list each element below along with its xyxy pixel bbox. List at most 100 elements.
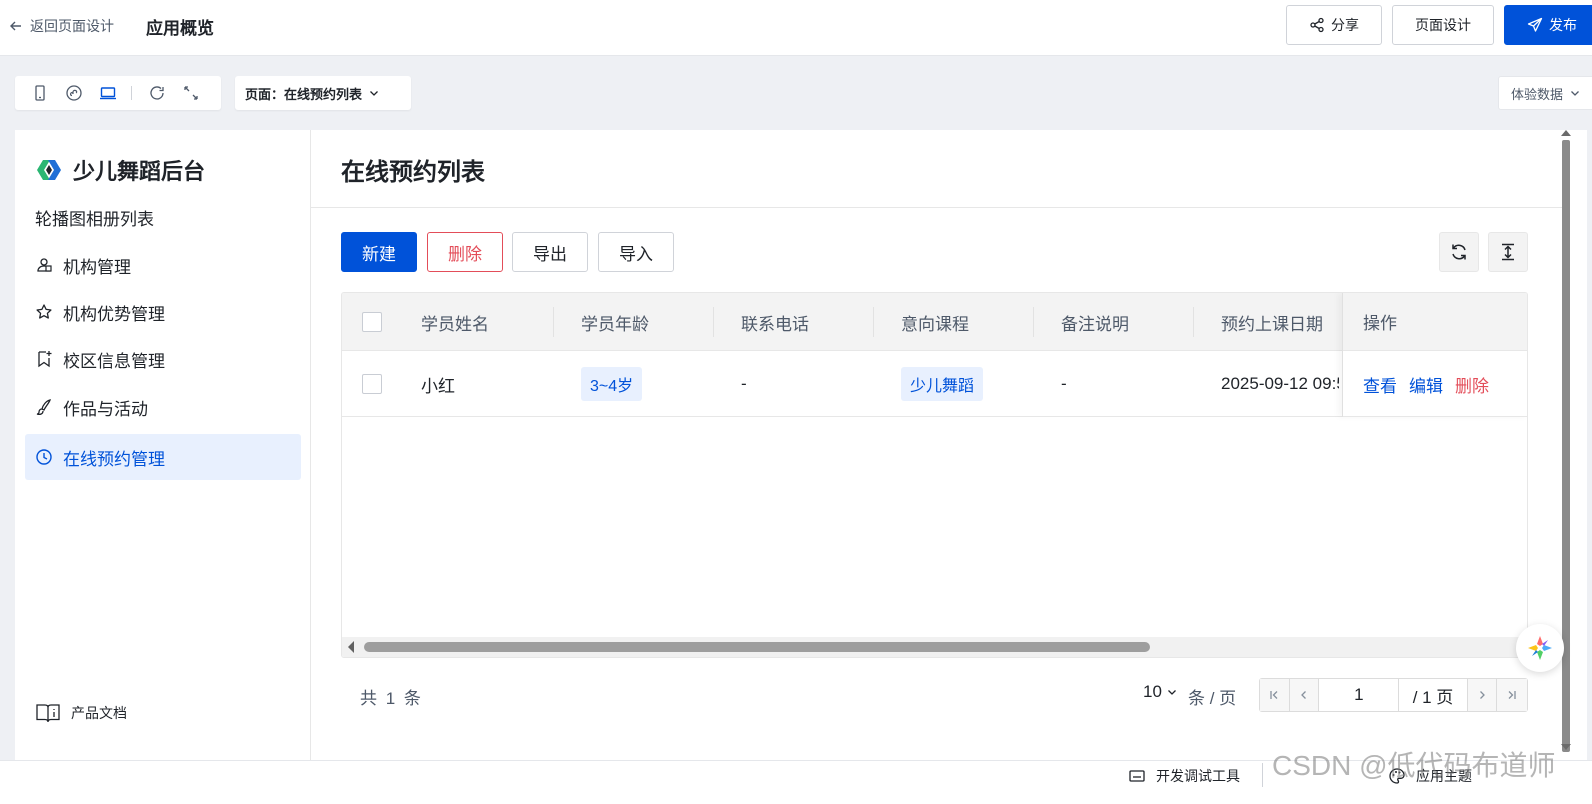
send-icon [1527,17,1543,32]
scroll-left-arrow[interactable] [348,641,354,653]
assistant-logo-icon [1528,636,1552,660]
column-divider [713,307,714,337]
title-divider [311,207,1566,208]
prev-page-button[interactable] [1289,679,1320,711]
brand: 少儿舞蹈后台 [35,154,205,186]
chevron-down-icon [1167,690,1176,695]
sidebar-item-works-activities[interactable]: 作品与活动 [25,384,301,430]
page-size-select[interactable]: 10 [1143,682,1178,702]
desktop-preview-icon[interactable] [97,82,119,104]
column-divider [1033,307,1034,337]
column-divider [553,307,554,337]
brand-name: 少儿舞蹈后台 [73,159,206,184]
share-button[interactable]: 分享 [1286,5,1382,45]
last-page-button[interactable] [1497,679,1527,711]
ai-assistant-button[interactable] [1516,624,1564,672]
row-checkbox[interactable] [362,374,382,394]
sidebar-item-label: 校区信息管理 [63,351,165,371]
cell-course: 少儿舞蹈 [901,351,984,417]
product-docs-link[interactable]: 产品文档 [35,700,127,726]
top-bar: 返回页面设计 应用概览 分享 页面设计 发布 [0,0,1592,56]
publish-button[interactable]: 发布 [1504,5,1592,45]
course-tag: 少儿舞蹈 [901,367,984,401]
row-height-button[interactable] [1488,232,1528,272]
mobile-preview-icon[interactable] [29,82,51,104]
page-selector[interactable]: 页面：在线预约列表 [235,76,411,110]
booking-table: 学员姓名 学员年龄 联系电话 意向课程 备注说明 预约上课日期 小红 3~4岁 … [341,292,1528,658]
total-pages: / 1 页 [1399,679,1468,711]
page-size-value: 10 [1143,682,1162,701]
dev-tools-button[interactable]: 开发调试工具 [1128,766,1240,786]
column-header-name[interactable]: 学员姓名 [421,293,489,351]
share-icon [1310,17,1324,33]
refresh-preview-icon[interactable] [146,82,168,104]
bookmark-icon [38,351,52,368]
scroll-up-arrow[interactable] [1561,130,1571,136]
mini-program-icon[interactable] [63,82,85,104]
arrow-left-icon [10,21,21,31]
experience-data-label: 体验数据 [1511,86,1564,102]
select-all-checkbox[interactable] [362,312,382,332]
sidebar-item-carousel-album[interactable]: 轮播图相册列表 [25,194,301,240]
bottom-divider [1262,763,1263,787]
sidebar-item-advantages[interactable]: 机构优势管理 [25,289,301,335]
app-preview-canvas: 少儿舞蹈后台 轮播图相册列表 机构管理 机构优势管理 校区信息管理 作品与活动 … [15,130,1587,760]
sidebar: 少儿舞蹈后台 轮播图相册列表 机构管理 机构优势管理 校区信息管理 作品与活动 … [15,130,311,760]
next-page-button[interactable] [1467,679,1498,711]
first-page-button[interactable] [1260,679,1290,711]
page-design-label: 页面设计 [1415,17,1471,33]
dev-tools-label: 开发调试工具 [1156,768,1240,784]
main-content: 在线预约列表 新建 删除 导出 导入 学员姓名 学员年龄 联系电话 意向课程 备 [311,130,1587,760]
sidebar-item-online-booking[interactable]: 在线预约管理 [25,434,301,480]
refresh-button[interactable] [1439,232,1479,272]
palette-icon [1389,768,1405,784]
scrollbar-thumb[interactable] [364,642,1150,652]
column-header-phone[interactable]: 联系电话 [741,293,809,351]
new-button[interactable]: 新建 [341,232,417,272]
page-design-button[interactable]: 页面设计 [1392,5,1494,45]
chevron-down-icon [370,91,378,96]
edit-link[interactable]: 编辑 [1409,372,1443,397]
column-header-remark[interactable]: 备注说明 [1061,293,1129,351]
sidebar-item-organization[interactable]: 机构管理 [25,242,301,288]
page-number-input[interactable] [1319,679,1400,711]
scroll-down-arrow[interactable] [1561,744,1571,750]
cell-date: 2025-09-12 09:5 [1221,374,1339,393]
import-button[interactable]: 导入 [598,232,674,272]
device-toolbar [15,76,221,110]
book-icon [36,704,60,723]
chevron-left-icon [1301,691,1306,699]
star-icon [36,304,52,319]
sidebar-item-label: 作品与活动 [63,399,148,419]
cell-remark: - [1061,374,1067,393]
column-header-date[interactable]: 预约上课日期 [1221,293,1323,351]
brand-logo-icon [37,160,61,180]
column-header-actions: 操作 [1363,293,1527,351]
total-count: 共 1 条 [360,689,423,708]
export-button[interactable]: 导出 [512,232,588,272]
sidebar-item-campus-info[interactable]: 校区信息管理 [25,336,301,382]
app-theme-button[interactable]: 应用主题 [1388,766,1472,786]
page-selector-label: 页面：在线预约列表 [245,86,363,102]
refresh-icon [1452,244,1466,260]
column-divider [873,307,874,337]
app-theme-label: 应用主题 [1416,768,1472,784]
experience-data-dropdown[interactable]: 体验数据 [1498,76,1592,110]
fullscreen-icon[interactable] [180,82,202,104]
horizontal-scrollbar[interactable] [342,637,1527,657]
cell-name: 小红 [421,376,455,396]
last-page-icon [1508,691,1516,699]
sidebar-item-label: 机构管理 [63,257,131,277]
delete-button[interactable]: 删除 [427,232,503,272]
row-delete-link[interactable]: 删除 [1455,372,1489,397]
column-header-age[interactable]: 学员年龄 [581,293,649,351]
view-link[interactable]: 查看 [1363,372,1397,397]
vertical-scrollbar[interactable] [1562,140,1570,752]
terminal-icon [1129,770,1145,782]
first-page-icon [1270,691,1278,699]
age-tag: 3~4岁 [581,367,643,401]
column-header-course[interactable]: 意向课程 [901,293,969,351]
back-to-page-design-link[interactable]: 返回页面设计 [8,16,114,36]
chevron-down-icon [1571,91,1579,96]
row-actions: 查看 编辑 删除 [1363,351,1501,417]
